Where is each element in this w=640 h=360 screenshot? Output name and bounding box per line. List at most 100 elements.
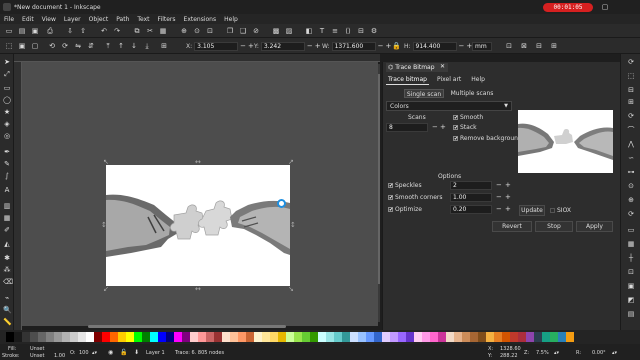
raise-icon[interactable]: ↑ xyxy=(117,42,125,50)
snap-others-icon[interactable]: ⊡ xyxy=(627,268,635,276)
stack-checkbox[interactable]: ✔ Stack xyxy=(453,124,477,131)
color-swatch[interactable] xyxy=(310,332,318,342)
color-swatch[interactable] xyxy=(470,332,478,342)
align-objects-icon[interactable]: ⊞ xyxy=(160,42,168,50)
minus-icon[interactable]: − xyxy=(459,42,465,50)
snap-bbox-corners-icon[interactable]: ⊞ xyxy=(627,98,635,106)
menu-layer[interactable]: Layer xyxy=(64,16,81,23)
color-swatch[interactable] xyxy=(118,332,126,342)
flip-vertical-icon[interactable]: ⇵ xyxy=(87,42,95,50)
snap-grid-icon[interactable]: ▦ xyxy=(627,240,635,248)
minus-icon[interactable]: − xyxy=(432,123,438,131)
color-swatch[interactable] xyxy=(366,332,374,342)
dropper-tool-icon[interactable]: ✐ xyxy=(3,226,11,234)
stroke-value[interactable]: Unset xyxy=(30,353,44,359)
scans-input[interactable]: 8 xyxy=(386,123,428,132)
optimize-checkbox[interactable]: ✔ Optimize xyxy=(388,206,422,213)
color-swatch[interactable] xyxy=(110,332,118,342)
connector-tool-icon[interactable]: ⌁ xyxy=(3,294,11,302)
gradient-tool-icon[interactable]: ▥ xyxy=(3,202,11,210)
color-swatch[interactable] xyxy=(46,332,54,342)
snap-nodes-icon[interactable]: ⟳ xyxy=(627,112,635,120)
color-swatch[interactable] xyxy=(502,332,510,342)
color-swatch[interactable] xyxy=(286,332,294,342)
color-swatch[interactable] xyxy=(70,332,78,342)
scale-corners-icon[interactable]: ⊠ xyxy=(520,42,528,50)
color-swatch[interactable] xyxy=(558,332,566,342)
color-swatch[interactable] xyxy=(438,332,446,342)
rotate-handle-bottom-left[interactable]: ↙ xyxy=(103,286,109,293)
snap-text-baseline-icon[interactable]: ⟳ xyxy=(627,210,635,218)
zoom-page-icon[interactable]: ⊡ xyxy=(206,27,214,35)
menu-object[interactable]: Object xyxy=(89,16,109,23)
color-swatch[interactable] xyxy=(318,332,326,342)
close-icon[interactable]: ✕ xyxy=(440,63,445,70)
new-document-icon[interactable]: ▭ xyxy=(5,27,13,35)
zoom-selection-icon[interactable]: ⊕ xyxy=(180,27,188,35)
skew-handle-top[interactable]: ↔ xyxy=(195,159,201,166)
snap-image-icon[interactable]: ▣ xyxy=(627,282,635,290)
layer-visibility-icon[interactable]: ◉ xyxy=(108,349,113,356)
mode-select[interactable]: Colors ▼ xyxy=(386,101,512,111)
color-swatch[interactable] xyxy=(222,332,230,342)
menu-filters[interactable]: Filters xyxy=(158,16,176,23)
rotate-handle-top-right[interactable]: ↗ xyxy=(288,159,294,166)
preferences-icon[interactable]: ⚙ xyxy=(370,27,378,35)
snap-all-icon[interactable]: ▤ xyxy=(627,310,635,318)
color-swatch[interactable] xyxy=(414,332,422,342)
y-input[interactable]: 3.242 xyxy=(260,41,305,51)
lower-to-bottom-icon[interactable]: ⤓ xyxy=(143,42,151,50)
snap-bbox-icon[interactable]: ⬚ xyxy=(627,72,635,80)
skew-handle-right[interactable]: ↕ xyxy=(290,222,296,229)
horizontal-scrollbar[interactable] xyxy=(88,325,286,328)
scrollbar-thumb[interactable] xyxy=(378,74,380,284)
color-swatch[interactable] xyxy=(262,332,270,342)
paste-icon[interactable]: ▦ xyxy=(159,27,167,35)
export-icon[interactable]: ⇧ xyxy=(79,27,87,35)
pencil-tool-icon[interactable]: ✎ xyxy=(3,160,11,168)
color-swatch[interactable] xyxy=(398,332,406,342)
snap-guide-icon[interactable]: ┼ xyxy=(627,254,635,262)
color-swatch[interactable] xyxy=(486,332,494,342)
opacity-spin-icon[interactable]: ▴▾ xyxy=(92,350,97,356)
x-input[interactable]: 3.105 xyxy=(194,41,239,51)
measure-tool-icon[interactable]: 📏 xyxy=(3,318,12,326)
node-tool-icon[interactable]: ⤢ xyxy=(3,70,11,78)
menu-extensions[interactable]: Extensions xyxy=(184,16,217,23)
plus-icon[interactable]: + xyxy=(505,181,511,189)
zoom-spin-icon[interactable]: ▴▾ xyxy=(554,350,559,356)
color-swatch[interactable] xyxy=(126,332,134,342)
minus-icon[interactable]: − xyxy=(378,42,384,50)
multiple-scans-button[interactable]: Multiple scans xyxy=(450,89,494,98)
current-layer[interactable]: Layer 1 xyxy=(146,350,165,356)
menu-help[interactable]: Help xyxy=(224,16,238,23)
xml-editor-icon[interactable]: ⟨⟩ xyxy=(344,27,352,35)
rectangle-tool-icon[interactable]: ▭ xyxy=(3,84,11,92)
color-swatch[interactable] xyxy=(358,332,366,342)
rotation-center-icon[interactable] xyxy=(277,199,286,208)
color-swatch[interactable] xyxy=(22,332,30,342)
color-swatch[interactable] xyxy=(478,332,486,342)
update-button[interactable]: Update xyxy=(519,205,545,216)
recording-timer[interactable]: 00:01:05 xyxy=(543,3,593,12)
text-font-icon[interactable]: T xyxy=(318,27,326,35)
rotation-spin-icon[interactable]: ▴▾ xyxy=(612,350,617,356)
color-swatch[interactable] xyxy=(166,332,174,342)
menu-path[interactable]: Path xyxy=(116,16,129,23)
snap-bbox-edges-icon[interactable]: ⊟ xyxy=(627,86,635,94)
fill-value[interactable]: Unset xyxy=(30,346,44,352)
color-swatch[interactable] xyxy=(566,332,574,342)
unit-value[interactable]: mm xyxy=(472,41,492,51)
stroke-width[interactable]: 1.00 xyxy=(54,353,65,359)
snap-cusp-icon[interactable]: ⋀ xyxy=(627,140,635,148)
plus-icon[interactable]: + xyxy=(248,42,254,50)
color-swatch[interactable] xyxy=(102,332,110,342)
box3d-tool-icon[interactable]: ◈ xyxy=(3,120,11,128)
deselect-icon[interactable]: ▢ xyxy=(31,42,39,50)
rotate-cw-icon[interactable]: ⟳ xyxy=(61,42,69,50)
color-swatch[interactable] xyxy=(334,332,342,342)
color-swatch[interactable] xyxy=(6,332,14,342)
snap-paths-icon[interactable]: ⌒ xyxy=(627,126,635,134)
open-icon[interactable]: ▤ xyxy=(18,27,26,35)
minus-icon[interactable]: − xyxy=(496,193,502,201)
